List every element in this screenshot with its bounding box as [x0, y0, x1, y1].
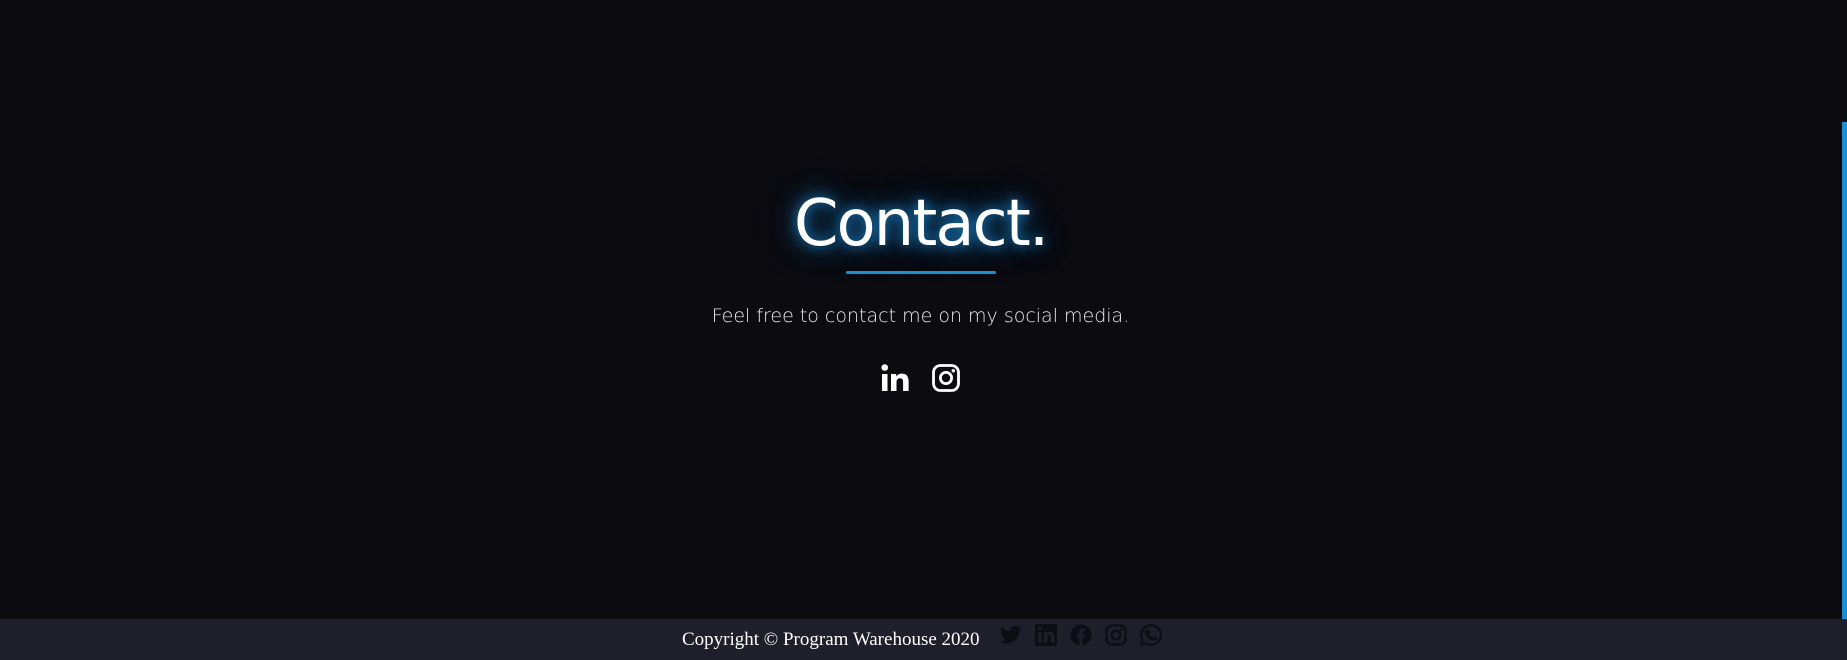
contact-section: Contact. Feel free to contact me on my s…: [0, 0, 1841, 619]
footer-twitter-link[interactable]: [999, 624, 1024, 649]
linkedin-link[interactable]: [880, 362, 911, 394]
footer-content: Copyright © Program Warehouse 2020: [682, 619, 1164, 660]
footer-facebook-link[interactable]: [1069, 624, 1094, 649]
instagram-icon: [931, 363, 961, 393]
social-links: [0, 360, 1841, 396]
footer-social-icons: [999, 623, 1164, 650]
footer-linkedin-link[interactable]: [1034, 623, 1059, 650]
title-underline: [846, 271, 996, 274]
whatsapp-icon: [1140, 623, 1162, 650]
linkedin-icon: [1035, 623, 1058, 650]
scrollbar-thumb[interactable]: [1842, 122, 1847, 619]
instagram-icon: [1105, 623, 1127, 650]
linkedin-icon: [880, 363, 911, 393]
twitter-icon: [999, 625, 1022, 649]
contact-title: Contact.: [793, 187, 1049, 261]
footer-whatsapp-link[interactable]: [1139, 623, 1164, 650]
facebook-icon: [1070, 624, 1092, 650]
page: Contact. Feel free to contact me on my s…: [0, 0, 1847, 660]
contact-subtitle: Feel free to contact me on my social med…: [711, 305, 1130, 327]
footer-instagram-link[interactable]: [1104, 623, 1129, 650]
instagram-link[interactable]: [931, 362, 961, 394]
copyright-text: Copyright © Program Warehouse 2020: [682, 629, 980, 650]
footer: Copyright © Program Warehouse 2020: [0, 619, 1847, 660]
